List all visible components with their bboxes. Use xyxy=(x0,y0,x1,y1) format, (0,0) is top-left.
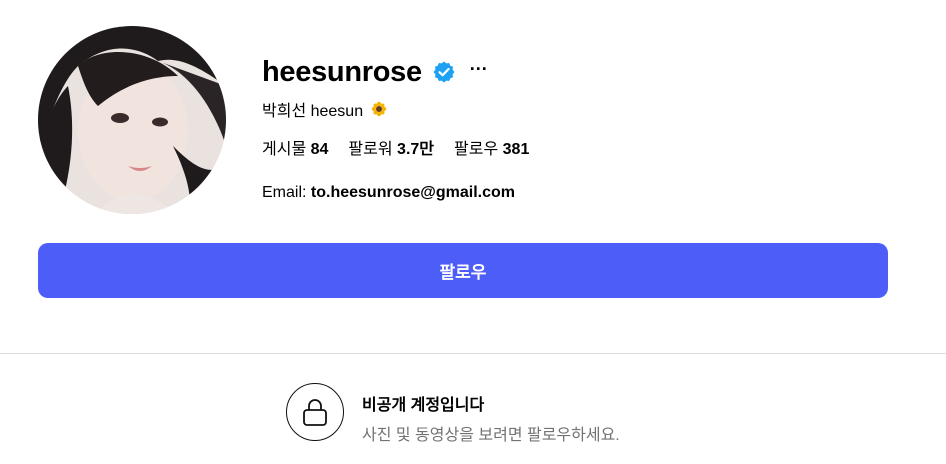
more-options-icon[interactable]: ··· xyxy=(470,60,488,78)
section-divider xyxy=(0,353,946,354)
avatar-image xyxy=(38,26,226,214)
profile-bio: Email: to.heesunrose@gmail.com xyxy=(262,184,515,202)
profile-stats: 게시물 84 팔로워 3.7만 팔로우 381 xyxy=(262,135,549,159)
stat-followers-value: 3.7만 xyxy=(397,141,435,158)
bio-email: to.heesunrose@gmail.com xyxy=(310,184,515,201)
private-account-title: 비공개 계정입니다 xyxy=(362,397,485,414)
full-name-text: 박희선 heesun xyxy=(262,103,364,120)
stat-following-value: 381 xyxy=(502,141,530,158)
bio-prefix: Email: xyxy=(262,184,311,201)
profile-username: heesunrose xyxy=(262,55,422,88)
stat-posts-label: 게시물 xyxy=(262,141,307,158)
profile-full-name: 박희선 heesun xyxy=(262,97,387,121)
follow-button[interactable]: 팔로우 xyxy=(38,243,888,298)
private-account-subtitle: 사진 및 동영상을 보려면 팔로우하세요. xyxy=(362,427,620,444)
stat-posts-value: 84 xyxy=(310,141,329,158)
lock-icon-circle xyxy=(286,383,344,441)
stat-posts: 게시물 84 xyxy=(262,135,328,159)
stat-followers-label: 팔로워 xyxy=(348,141,393,158)
profile-avatar[interactable] xyxy=(38,26,226,214)
stat-followers[interactable]: 팔로워 3.7만 xyxy=(348,135,434,159)
stat-following-label: 팔로우 xyxy=(454,141,499,158)
lock-icon xyxy=(303,399,327,426)
sunflower-emoji-icon xyxy=(371,101,387,117)
stat-following[interactable]: 팔로우 381 xyxy=(454,135,529,159)
verified-badge-icon xyxy=(433,61,455,83)
